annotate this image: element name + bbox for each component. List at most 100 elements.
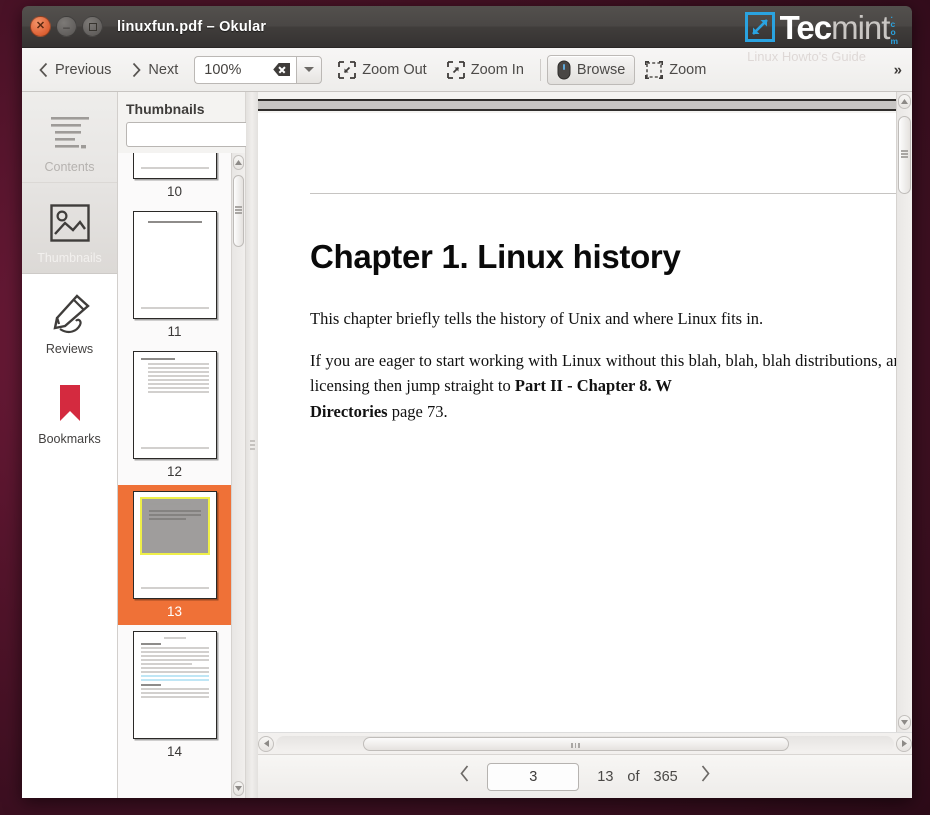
window-title: linuxfun.pdf – Okular <box>117 19 266 35</box>
chevron-right-icon <box>131 62 142 78</box>
thumbnails-panel: Thumbnails 10 <box>118 92 246 798</box>
zoom-tool-button[interactable]: Zoom <box>635 56 716 84</box>
zoom-level-dropdown-button[interactable] <box>296 56 322 84</box>
toolbar-overflow-button[interactable]: » <box>894 61 902 78</box>
thumbnail-number: 13 <box>118 599 231 622</box>
thumbnail-number: 14 <box>118 739 231 762</box>
logo-tec-text: Tec <box>780 11 831 44</box>
zoom-tool-label: Zoom <box>669 62 706 78</box>
thumbnails-list[interactable]: 10 11 <box>118 153 231 798</box>
page-number-input[interactable]: 3 <box>487 763 579 791</box>
maximize-button[interactable] <box>82 16 103 37</box>
page-title: Chapter 1. Linux history <box>310 238 896 276</box>
current-page-display: 13 <box>597 769 613 785</box>
logo-com-char: m <box>890 37 898 46</box>
paragraph-text-bold: Part II - Chapter 8. W <box>515 376 672 395</box>
viewport-indicator[interactable] <box>140 497 210 555</box>
minimize-button[interactable]: – <box>56 16 77 37</box>
scrollbar-thumb[interactable] <box>233 175 244 247</box>
sidebar-item-bookmarks-label: Bookmarks <box>26 432 113 446</box>
sidebar-item-contents-label: Contents <box>26 160 113 174</box>
navigation-rail: Contents Thumbnails <box>22 92 118 798</box>
zoom-level-combobox[interactable]: 100% <box>194 56 322 84</box>
contents-icon <box>26 104 113 160</box>
document-horizontal-scrollbar[interactable] <box>276 736 894 752</box>
sidebar-item-reviews-label: Reviews <box>26 342 113 356</box>
scroll-right-button[interactable] <box>896 736 912 752</box>
clear-icon[interactable] <box>273 63 290 76</box>
bookmarks-icon <box>26 376 113 432</box>
header-rule <box>310 193 896 194</box>
thumbnail-item[interactable]: 14 <box>118 625 231 765</box>
title-bar: ✕ – linuxfun.pdf – Okular Tec mint . c o… <box>22 6 912 48</box>
of-label: of <box>627 769 639 785</box>
close-button[interactable]: ✕ <box>30 16 51 37</box>
zoom-out-button[interactable]: Zoom Out <box>328 56 436 84</box>
chevron-down-icon <box>304 67 314 72</box>
scroll-down-button[interactable] <box>233 781 244 796</box>
panel-splitter[interactable] <box>246 92 258 798</box>
zoom-level-input[interactable]: 100% <box>194 56 296 84</box>
zoom-level-value: 100% <box>204 62 241 78</box>
tecmint-mark-icon <box>744 11 776 43</box>
page-indicator: 13 of 365 <box>592 769 683 785</box>
mouse-icon <box>557 60 571 80</box>
document-vertical-scrollbar[interactable] <box>896 92 912 732</box>
document-paragraph: If you are eager to start working with L… <box>310 348 896 425</box>
zoom-in-button[interactable]: Zoom In <box>437 56 534 84</box>
previous-page-edge <box>258 99 896 111</box>
scroll-up-button[interactable] <box>233 155 244 170</box>
thumbnail-number: 10 <box>118 179 231 202</box>
thumbnail-item[interactable]: 10 <box>118 153 231 205</box>
previous-page-button[interactable]: Previous <box>28 57 121 83</box>
scroll-up-button[interactable] <box>898 94 911 109</box>
total-pages: 365 <box>654 769 678 785</box>
window-body: Contents Thumbnails <box>22 92 912 798</box>
brand-tagline: Linux Howto's Guide <box>747 49 866 64</box>
scrollbar-grip <box>901 150 908 158</box>
logo-mint-text: mint <box>831 11 889 44</box>
paragraph-text-post: page 73. <box>388 402 448 421</box>
scrollbar-grip <box>570 735 581 753</box>
next-page-button[interactable]: Next <box>121 57 188 83</box>
sidebar-item-reviews[interactable]: Reviews <box>22 274 117 364</box>
sidebar-item-thumbnails-label: Thumbnails <box>26 251 113 265</box>
thumbnail-item[interactable]: 12 <box>118 345 231 485</box>
document-horizontal-scrollbar-row <box>258 732 912 754</box>
thumbnail-page-preview <box>133 631 217 739</box>
browse-tool-button[interactable]: Browse <box>547 55 635 85</box>
thumbnail-page-preview <box>133 351 217 459</box>
page-navigation-bar: 3 13 of 365 <box>258 754 912 798</box>
splitter-grip <box>250 438 255 452</box>
scroll-left-button[interactable] <box>258 736 274 752</box>
reviews-icon <box>26 286 113 342</box>
scrollbar-thumb[interactable] <box>898 116 911 194</box>
paragraph-text-bold2: Directories <box>310 402 388 421</box>
thumbnail-number: 11 <box>118 319 231 342</box>
thumbnails-scrollbar[interactable] <box>231 153 245 798</box>
toolbar-separator <box>540 59 541 81</box>
tecmint-logo: Tec mint . c o m <box>744 7 898 47</box>
logo-com-text: . c o m <box>890 11 898 45</box>
thumbnail-item-selected[interactable]: 13 <box>118 485 231 625</box>
main-toolbar: Linux Howto's Guide Previous Next 100% <box>22 48 912 92</box>
selection-box-icon <box>645 61 663 79</box>
document-view[interactable]: Chapter 1. Linux history This chapter br… <box>258 92 896 732</box>
sidebar-item-bookmarks[interactable]: Bookmarks <box>22 364 117 454</box>
scroll-down-button[interactable] <box>898 715 911 730</box>
thumbnail-page-preview <box>133 491 217 599</box>
document-area: Chapter 1. Linux history This chapter br… <box>258 92 912 798</box>
next-page-button[interactable] <box>696 764 715 789</box>
document-row: Chapter 1. Linux history This chapter br… <box>258 92 912 732</box>
sidebar-item-thumbnails[interactable]: Thumbnails <box>22 183 117 274</box>
scrollbar-grip <box>235 206 242 214</box>
sidebar-item-contents[interactable]: Contents <box>22 92 117 183</box>
okular-window: ✕ – linuxfun.pdf – Okular Tec mint . c o… <box>22 6 912 798</box>
chevron-right-icon <box>700 764 711 783</box>
scrollbar-thumb[interactable] <box>363 737 789 751</box>
zoom-out-icon <box>338 61 356 79</box>
previous-page-button[interactable] <box>455 764 474 789</box>
zoom-out-label: Zoom Out <box>362 62 426 78</box>
thumbnail-item[interactable]: 11 <box>118 205 231 345</box>
chevron-left-icon <box>38 62 49 78</box>
